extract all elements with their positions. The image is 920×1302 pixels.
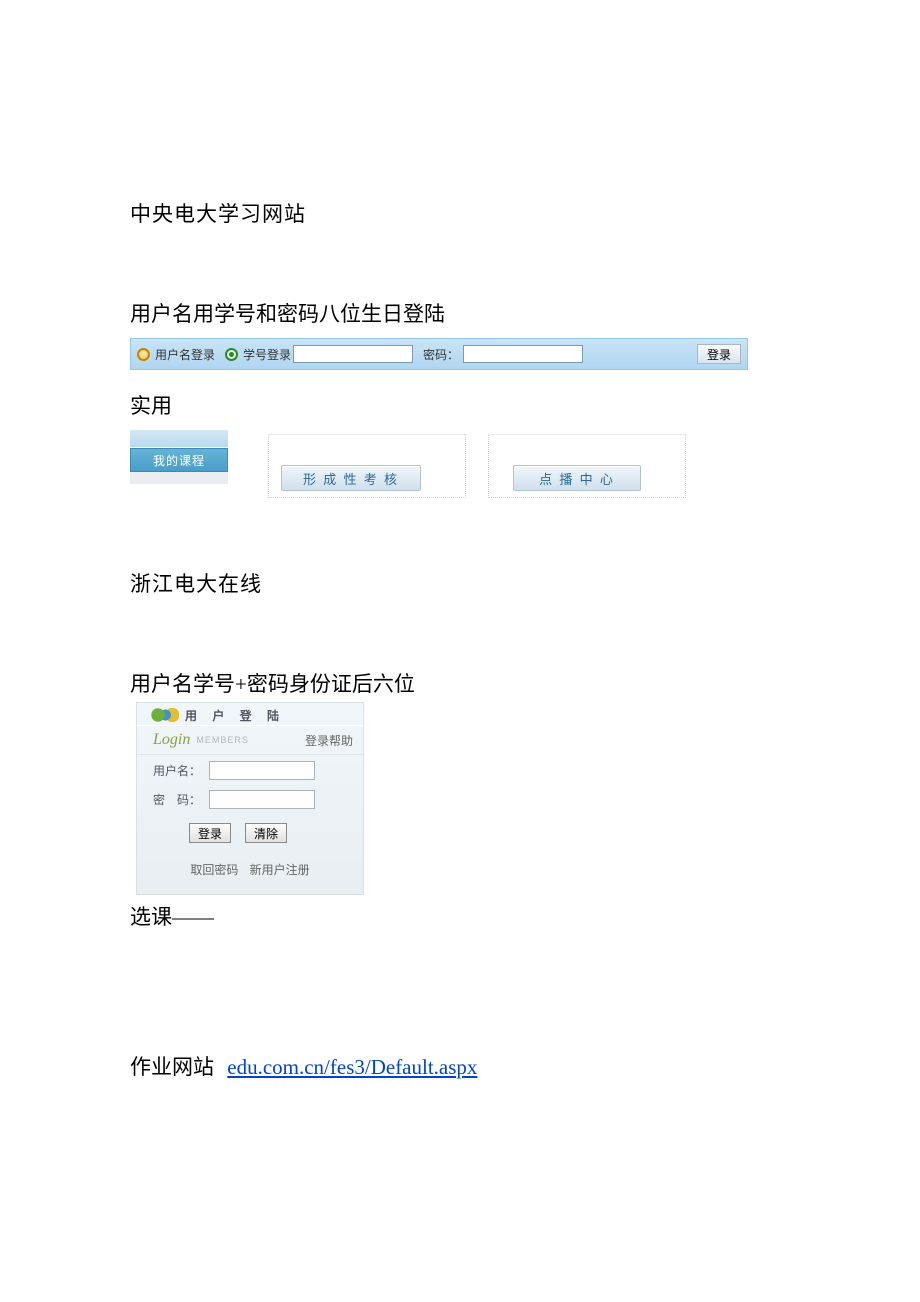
my-course-block: 我的课程 xyxy=(130,430,228,484)
login-help-link[interactable]: 登录帮助 xyxy=(305,732,353,749)
password-input[interactable] xyxy=(463,345,583,363)
username-input[interactable] xyxy=(209,761,315,780)
homework-label: 作业网站 xyxy=(130,1055,214,1079)
username-label: 用户名： xyxy=(153,762,201,779)
vod-card: 点 播 中 心 xyxy=(488,434,686,498)
vod-button[interactable]: 点 播 中 心 xyxy=(513,465,641,491)
section-1-title: 中央电大学习网站 xyxy=(130,198,790,228)
my-course-tab[interactable]: 我的课程 xyxy=(130,448,228,472)
studentid-input[interactable] xyxy=(293,345,413,363)
homework-link[interactable]: edu.com.cn/fes3/Default.aspx xyxy=(227,1055,477,1079)
login-box-header: 用 户 登 陆 xyxy=(137,703,363,725)
assessment-button[interactable]: 形 成 性 考 核 xyxy=(281,465,421,491)
login-button-2[interactable]: 登录 xyxy=(189,823,231,843)
register-link[interactable]: 新用户注册 xyxy=(250,863,310,877)
radio-studentid-label[interactable]: 学号登录 xyxy=(243,346,291,363)
section-1-subtitle: 用户名用学号和密码八位生日登陆 xyxy=(130,298,790,328)
members-label: MEMBERS xyxy=(196,735,249,745)
homework-section: 作业网站 edu.com.cn/fes3/Default.aspx xyxy=(130,1051,790,1081)
login-box-header-text: 用 户 登 陆 xyxy=(185,707,285,724)
ui-row-buttons: 我的课程 形 成 性 考 核 点 播 中 心 xyxy=(130,430,748,498)
section-2-title: 浙江电大在线 xyxy=(130,568,790,598)
login-box-loginrow: Login MEMBERS 登录帮助 xyxy=(137,725,363,755)
radio-username-label[interactable]: 用户名登录 xyxy=(155,346,215,363)
practical-label: 实用 xyxy=(130,390,790,420)
radio-studentid-login-icon[interactable] xyxy=(225,348,238,361)
login-box-logo-icon xyxy=(149,708,179,722)
login-box: 用 户 登 陆 Login MEMBERS 登录帮助 用户名： 密 码： 登录 … xyxy=(136,702,364,895)
section-2-subtitle: 用户名学号+密码身份证后六位 xyxy=(130,668,790,698)
login-word: Login xyxy=(153,731,190,749)
top-login-bar: 用户名登录 学号登录 密码： 登录 xyxy=(130,338,748,370)
recover-password-link[interactable]: 取回密码 xyxy=(190,863,238,877)
password-input-2[interactable] xyxy=(209,790,315,809)
course-select-label: 选课—— xyxy=(130,901,790,931)
assessment-card: 形 成 性 考 核 xyxy=(268,434,466,498)
login-button[interactable]: 登录 xyxy=(697,344,741,364)
radio-username-login-icon[interactable] xyxy=(137,348,150,361)
password-label: 密码： xyxy=(423,346,459,363)
password-label-2: 密 码： xyxy=(153,791,201,808)
clear-button[interactable]: 清除 xyxy=(245,823,287,843)
